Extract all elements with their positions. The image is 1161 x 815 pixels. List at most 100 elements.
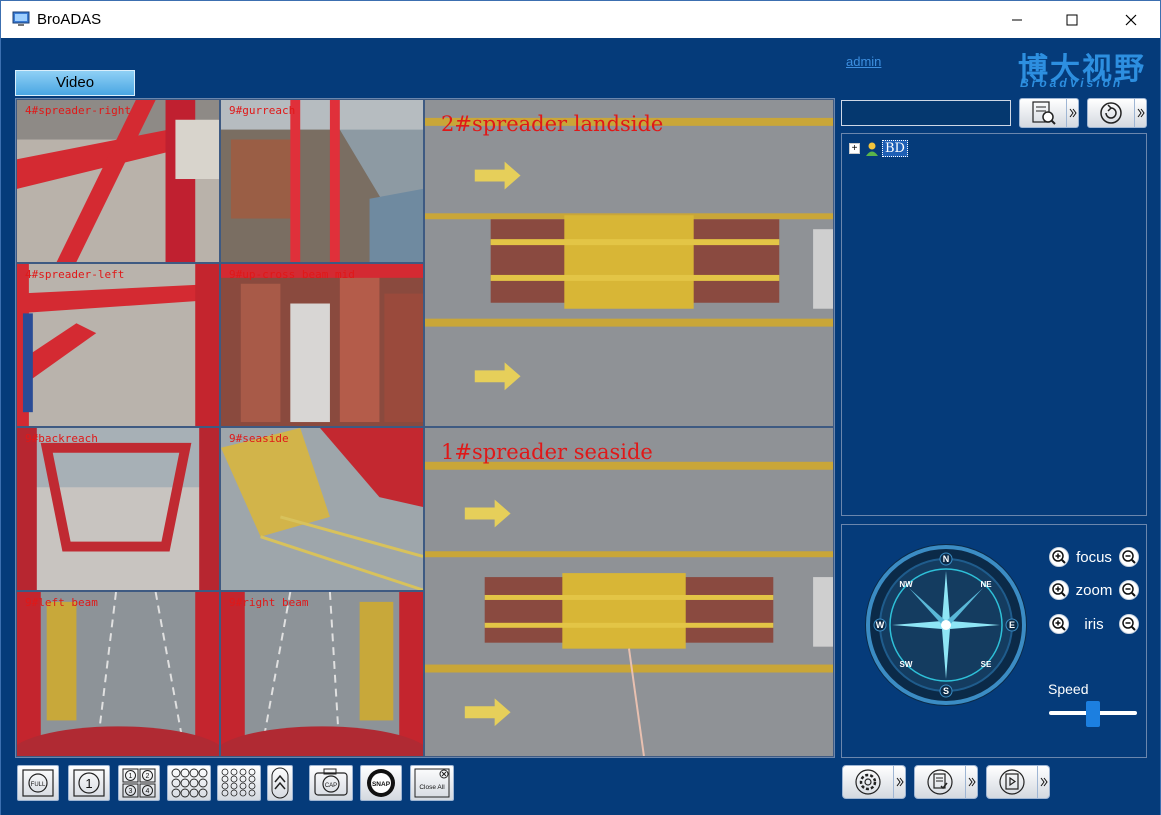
layout-nine-icon — [171, 768, 208, 798]
camera-feed-image — [17, 264, 219, 426]
maximize-icon — [1066, 14, 1078, 26]
compass-label-se: SE — [981, 660, 992, 669]
zoom-control: zoom — [1049, 578, 1139, 602]
cap-label: CAP — [325, 783, 337, 789]
video-grid: 4#spreader-right 9#gurreach 4#spreader-l… — [15, 98, 835, 758]
capture-button[interactable]: CAP — [309, 765, 353, 801]
iris-open-button[interactable] — [1049, 614, 1069, 634]
compass-label-w: W — [876, 620, 885, 630]
zoom-out-button[interactable] — [1119, 580, 1139, 600]
camera-cell-4[interactable]: 9#up-cross beam mid — [220, 263, 424, 427]
compass-label-nw: NW — [899, 580, 913, 589]
camera-feed-image — [221, 264, 423, 426]
double-chevron-right-icon — [1069, 108, 1077, 118]
admin-link[interactable]: admin — [846, 54, 881, 69]
close-all-button[interactable]: Close All — [410, 765, 454, 801]
playback-button-face[interactable] — [986, 765, 1038, 799]
settings-button[interactable] — [842, 765, 906, 799]
zoom-out-icon — [1122, 550, 1136, 564]
snap-button[interactable]: SNAP — [360, 765, 402, 801]
compass-label-s: S — [943, 686, 949, 696]
tab-video[interactable]: Video — [15, 70, 135, 96]
more-layouts-button[interactable] — [267, 765, 293, 801]
camera-feed-image — [17, 100, 219, 262]
camera-feed-image — [221, 100, 423, 262]
tree-node-label[interactable]: BD — [882, 140, 908, 157]
layout-quad-icon: 1 2 3 4 — [122, 768, 156, 798]
refresh-button[interactable] — [1087, 98, 1147, 128]
camera-label: 9#left beam — [25, 596, 98, 609]
settings-dropdown-arrow[interactable] — [894, 765, 906, 799]
speed-slider-thumb[interactable] — [1086, 701, 1100, 727]
search-document-icon — [1032, 101, 1056, 125]
log-button-face[interactable] — [914, 765, 966, 799]
layout-9-button[interactable] — [167, 765, 211, 801]
search-button[interactable] — [1019, 98, 1079, 128]
camera-feed-image — [17, 428, 219, 590]
camera-cell-1[interactable]: 4#spreader-right — [16, 99, 220, 263]
double-chevron-right-icon — [968, 777, 976, 787]
camera-cell-3[interactable]: 4#spreader-left — [16, 263, 220, 427]
tree-expand-toggle[interactable]: + — [849, 143, 860, 154]
camera-cell-9[interactable]: 2#spreader landside — [424, 99, 834, 427]
minimize-button[interactable] — [994, 1, 1040, 39]
refresh-button-face[interactable] — [1087, 98, 1135, 128]
focus-label: focus — [1076, 548, 1112, 566]
full-screen-button[interactable]: FULL — [17, 765, 59, 801]
camera-cell-10[interactable]: 1#spreader seaside — [424, 427, 834, 757]
double-chevron-right-icon — [1137, 108, 1145, 118]
ptz-control-panel: N S W E NW NE SW SE focus zoom iris Spee… — [841, 524, 1147, 758]
camera-cell-2[interactable]: 9#gurreach — [220, 99, 424, 263]
focus-in-button[interactable] — [1049, 547, 1069, 567]
playback-button[interactable] — [986, 765, 1050, 799]
zoom-in-button[interactable] — [1049, 580, 1069, 600]
play-file-icon — [999, 769, 1025, 795]
quad-label: 4 — [146, 788, 150, 795]
close-button[interactable] — [1108, 1, 1154, 39]
search-button-face[interactable] — [1019, 98, 1067, 128]
close-all-icon: Close All — [414, 768, 450, 798]
single-label: 1 — [85, 776, 92, 791]
user-group-icon — [866, 142, 878, 156]
camera-label: 2#spreader landside — [441, 112, 664, 136]
focus-control: focus — [1049, 545, 1139, 569]
playback-dropdown-arrow[interactable] — [1038, 765, 1050, 799]
layout-1-button[interactable]: 1 — [68, 765, 110, 801]
camera-label: 9#gurreach — [229, 104, 296, 117]
ptz-compass-dial[interactable]: N S W E NW NE SW SE — [864, 543, 1028, 707]
log-button[interactable] — [914, 765, 978, 799]
focus-out-button[interactable] — [1118, 547, 1139, 567]
tree-node-root[interactable]: + BD — [849, 140, 908, 157]
iris-close-button[interactable] — [1118, 614, 1139, 634]
compass-label-n: N — [943, 554, 950, 564]
app-monitor-icon — [12, 11, 30, 26]
double-chevron-up-icon — [271, 767, 289, 799]
search-dropdown-arrow[interactable] — [1067, 98, 1079, 128]
zoom-out-icon — [1122, 617, 1136, 631]
zoom-out-icon — [1122, 583, 1136, 597]
search-input[interactable] — [841, 100, 1011, 126]
layout-4-button[interactable]: 1 2 3 4 — [118, 765, 160, 801]
settings-button-face[interactable] — [842, 765, 894, 799]
compass-label-ne: NE — [980, 580, 992, 589]
gear-icon — [855, 769, 881, 795]
camera-cell-8[interactable]: 9#right beam — [220, 591, 424, 757]
camera-feed-image — [425, 100, 833, 426]
maximize-button[interactable] — [1049, 1, 1095, 39]
zoom-in-icon — [1052, 583, 1066, 597]
camera-label: 4#spreader-right — [25, 104, 131, 117]
camera-cell-6[interactable]: 9#seaside — [220, 427, 424, 591]
camera-label: 9#seaside — [229, 432, 289, 445]
refresh-dropdown-arrow[interactable] — [1135, 98, 1147, 128]
close-icon — [1125, 14, 1137, 26]
camera-feed-image — [221, 428, 423, 590]
iris-label: iris — [1084, 615, 1104, 633]
log-dropdown-arrow[interactable] — [966, 765, 978, 799]
camera-cell-7[interactable]: 9#left beam — [16, 591, 220, 757]
title-bar: BroADAS — [0, 0, 1161, 38]
camera-cell-5[interactable]: 9#backreach — [16, 427, 220, 591]
quad-label: 1 — [129, 773, 133, 780]
layout-16-button[interactable] — [217, 765, 261, 801]
camera-label: 1#spreader seaside — [441, 440, 653, 464]
main-window: Video 4#spreader-right 9#gurreach 4#spre… — [0, 38, 1161, 815]
